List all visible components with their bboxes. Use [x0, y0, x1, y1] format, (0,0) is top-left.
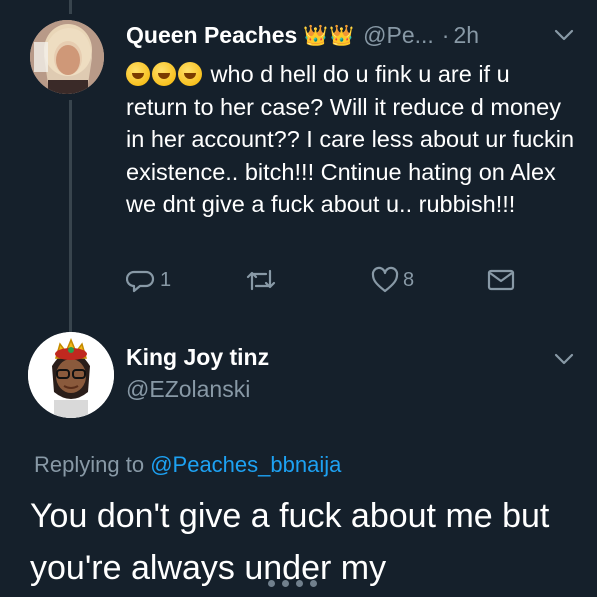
page-dot: [282, 580, 289, 587]
heart-icon: [371, 266, 399, 293]
avatar[interactable]: [30, 20, 104, 94]
laughing-emoji-icon: [152, 62, 176, 86]
avatar[interactable]: [28, 332, 114, 418]
page-dot: [296, 580, 303, 587]
retweet-icon: [246, 269, 276, 291]
chevron-down-icon[interactable]: [553, 348, 575, 370]
author-handle[interactable]: @Pe...: [363, 22, 434, 49]
chevron-down-icon[interactable]: [553, 24, 575, 46]
thread-line: [69, 100, 72, 336]
page-indicator: [268, 580, 328, 588]
reply-action[interactable]: 1: [126, 260, 171, 300]
envelope-icon: [487, 269, 515, 291]
direct-message-action[interactable]: [486, 260, 516, 300]
reply-author-name[interactable]: King Joy tinz: [126, 344, 269, 371]
laughing-emoji-icon: [178, 62, 202, 86]
timestamp[interactable]: 2h: [453, 22, 479, 49]
crown-icon: 👑👑: [303, 24, 356, 47]
replying-to-line: Replying to @Peaches_bbnaija: [34, 452, 341, 478]
page-dot: [310, 580, 317, 587]
tweet-actions: 1 8: [126, 260, 526, 300]
reply-count: 1: [160, 268, 172, 291]
page-dot: [268, 580, 275, 587]
reply-icon: [126, 270, 155, 293]
tweet-text: who d hell do u fink u are if u return t…: [126, 58, 576, 221]
author-name[interactable]: Queen Peaches: [126, 22, 297, 49]
thread-line-top: [69, 0, 72, 14]
like-action[interactable]: 8: [370, 260, 414, 300]
replying-to-label: Replying to: [34, 452, 145, 477]
replying-to-handle-link[interactable]: @Peaches_bbnaija: [150, 452, 341, 477]
laughing-emoji-icon: [126, 62, 150, 86]
reply-author-handle[interactable]: @EZolanski: [126, 376, 250, 403]
reply-tweet-text: You don't give a fuck about me but you'r…: [30, 497, 550, 587]
separator-dot: ·: [441, 21, 450, 48]
retweet-action[interactable]: [244, 260, 278, 300]
tweet-header: Queen Peaches 👑👑 @Pe... · 2h: [126, 17, 577, 53]
like-count: 8: [403, 268, 415, 291]
